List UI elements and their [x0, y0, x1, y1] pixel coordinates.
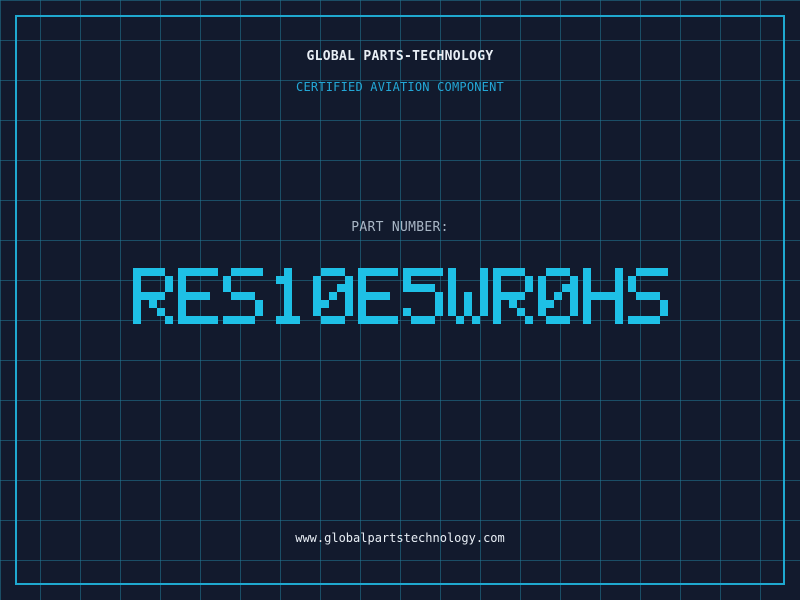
company-name: GLOBAL PARTS-TECHNOLOGY [306, 49, 494, 64]
part-number-char [132, 268, 173, 324]
part-number-char [275, 268, 300, 324]
certification-subtitle: CERTIFIED AVIATION COMPONENT [296, 80, 504, 94]
part-number-char [627, 268, 668, 324]
certificate-page: GLOBAL PARTS-TECHNOLOGY CERTIFIED AVIATI… [0, 0, 800, 600]
part-number-label: PART NUMBER: [351, 220, 449, 235]
part-number-char [177, 268, 218, 324]
part-number-display: RES10E5WR0HS [0, 266, 800, 334]
part-number-char [582, 268, 623, 324]
part-number-char [492, 268, 533, 324]
website-link[interactable]: www.globalpartstechnology.com [0, 531, 800, 545]
part-number-char [357, 268, 398, 324]
part-number-char [402, 268, 443, 324]
part-number-char [537, 268, 578, 324]
part-number-char [312, 268, 353, 324]
part-number-char [447, 268, 488, 324]
part-number-value: RES10E5WR0HS [132, 268, 668, 324]
part-number-char [222, 268, 263, 324]
